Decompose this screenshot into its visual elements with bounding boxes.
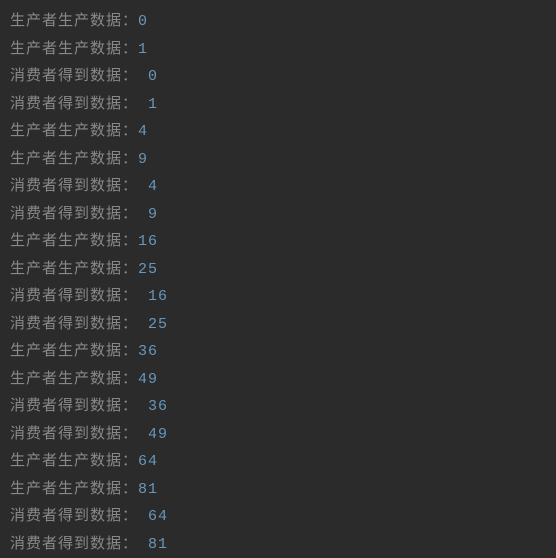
consumer-label: 消费者得到数据： xyxy=(10,68,148,85)
console-line: 生产者生产数据：81 xyxy=(10,476,546,504)
output-value: 4 xyxy=(138,123,148,140)
console-line: 生产者生产数据：64 xyxy=(10,448,546,476)
console-line: 生产者生产数据：36 xyxy=(10,338,546,366)
console-line: 生产者生产数据：49 xyxy=(10,366,546,394)
console-line: 消费者得到数据： 1 xyxy=(10,91,546,119)
console-line: 消费者得到数据： 4 xyxy=(10,173,546,201)
producer-label: 生产者生产数据： xyxy=(10,371,138,388)
console-line: 生产者生产数据：16 xyxy=(10,228,546,256)
console-line: 消费者得到数据： 49 xyxy=(10,421,546,449)
producer-label: 生产者生产数据： xyxy=(10,261,138,278)
consumer-label: 消费者得到数据： xyxy=(10,96,148,113)
consumer-label: 消费者得到数据： xyxy=(10,206,148,223)
producer-label: 生产者生产数据： xyxy=(10,41,138,58)
output-value: 0 xyxy=(138,13,148,30)
console-line: 生产者生产数据：4 xyxy=(10,118,546,146)
output-value: 64 xyxy=(148,508,168,525)
producer-label: 生产者生产数据： xyxy=(10,343,138,360)
console-line: 生产者生产数据：9 xyxy=(10,146,546,174)
consumer-label: 消费者得到数据： xyxy=(10,316,148,333)
console-line: 消费者得到数据： 9 xyxy=(10,201,546,229)
output-value: 64 xyxy=(138,453,158,470)
console-output: 生产者生产数据：0生产者生产数据：1消费者得到数据： 0消费者得到数据： 1生产… xyxy=(10,8,546,558)
output-value: 36 xyxy=(148,398,168,415)
output-value: 16 xyxy=(148,288,168,305)
consumer-label: 消费者得到数据： xyxy=(10,178,148,195)
output-value: 81 xyxy=(138,481,158,498)
producer-label: 生产者生产数据： xyxy=(10,151,138,168)
producer-label: 生产者生产数据： xyxy=(10,453,138,470)
producer-label: 生产者生产数据： xyxy=(10,481,138,498)
output-value: 1 xyxy=(148,96,158,113)
console-line: 生产者生产数据：0 xyxy=(10,8,546,36)
console-line: 消费者得到数据： 64 xyxy=(10,503,546,531)
output-value: 81 xyxy=(148,536,168,553)
output-value: 49 xyxy=(148,426,168,443)
console-line: 消费者得到数据： 16 xyxy=(10,283,546,311)
consumer-label: 消费者得到数据： xyxy=(10,426,148,443)
output-value: 25 xyxy=(138,261,158,278)
console-line: 消费者得到数据： 36 xyxy=(10,393,546,421)
output-value: 4 xyxy=(148,178,158,195)
output-value: 16 xyxy=(138,233,158,250)
output-value: 36 xyxy=(138,343,158,360)
output-value: 25 xyxy=(148,316,168,333)
consumer-label: 消费者得到数据： xyxy=(10,536,148,553)
console-line: 消费者得到数据： 81 xyxy=(10,531,546,558)
producer-label: 生产者生产数据： xyxy=(10,123,138,140)
console-line: 消费者得到数据： 0 xyxy=(10,63,546,91)
consumer-label: 消费者得到数据： xyxy=(10,398,148,415)
console-line: 消费者得到数据： 25 xyxy=(10,311,546,339)
producer-label: 生产者生产数据： xyxy=(10,233,138,250)
output-value: 49 xyxy=(138,371,158,388)
consumer-label: 消费者得到数据： xyxy=(10,508,148,525)
output-value: 1 xyxy=(138,41,148,58)
output-value: 9 xyxy=(148,206,158,223)
output-value: 0 xyxy=(148,68,158,85)
producer-label: 生产者生产数据： xyxy=(10,13,138,30)
output-value: 9 xyxy=(138,151,148,168)
consumer-label: 消费者得到数据： xyxy=(10,288,148,305)
console-line: 生产者生产数据：25 xyxy=(10,256,546,284)
console-line: 生产者生产数据：1 xyxy=(10,36,546,64)
